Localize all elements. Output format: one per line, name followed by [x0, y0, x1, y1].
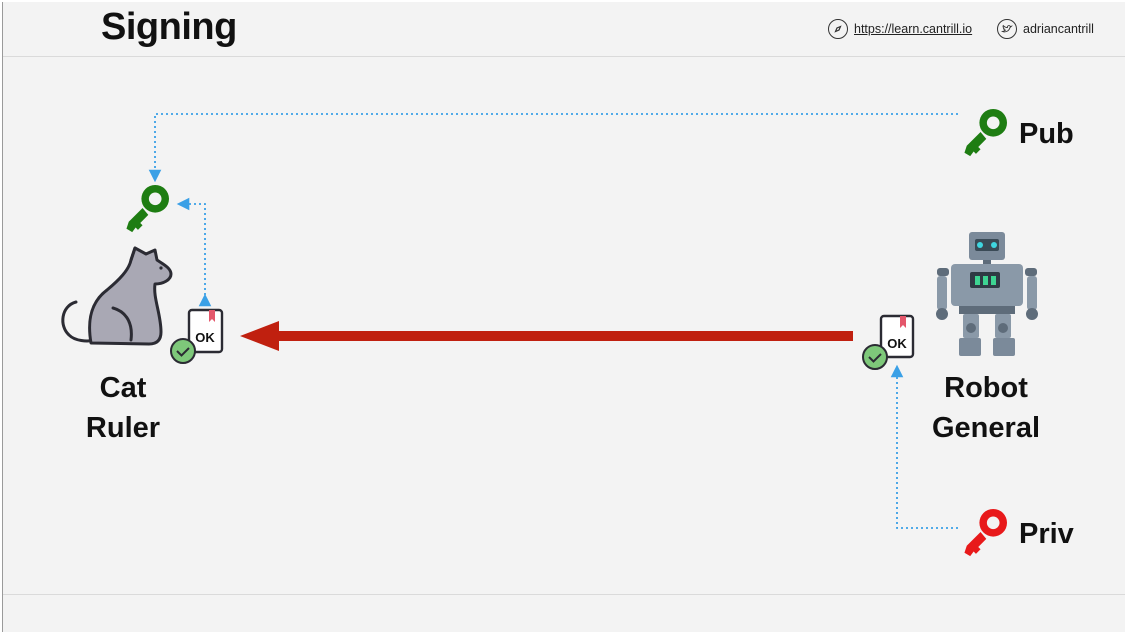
robot-signed-document-icon: OK — [862, 314, 915, 370]
public-key-share-arrow — [148, 113, 958, 183]
cat-label-line2: Ruler — [85, 412, 161, 444]
slide: Signing https://learn.cantrill.io adrian… — [2, 2, 1125, 632]
public-key-icon — [964, 109, 1007, 157]
verify-link-arrow — [176, 197, 212, 307]
cat-ruler-label: Cat Ruler — [43, 368, 203, 448]
cat-icon — [61, 246, 173, 346]
public-key-label: Pub — [1019, 118, 1074, 150]
robot-label-line1: Robot — [944, 372, 1028, 404]
private-key-icon — [964, 509, 1007, 557]
cat-label-line1: Cat — [99, 372, 147, 404]
cat-check-badge-icon — [170, 338, 196, 364]
robot-label-line2: General — [932, 412, 1040, 444]
signing-diagram: OK OK — [61, 109, 1038, 557]
robot-check-badge-icon — [862, 344, 888, 370]
private-key-label: Priv — [1019, 518, 1074, 550]
robot-general-label: Robot General — [906, 368, 1066, 448]
robot-icon — [936, 232, 1038, 356]
cat-doc-stamp: OK — [195, 330, 215, 345]
cat-signed-document-icon: OK — [170, 308, 224, 364]
robot-doc-stamp: OK — [887, 336, 907, 351]
message-arrow — [240, 321, 853, 351]
cat-public-key-icon — [126, 185, 169, 233]
